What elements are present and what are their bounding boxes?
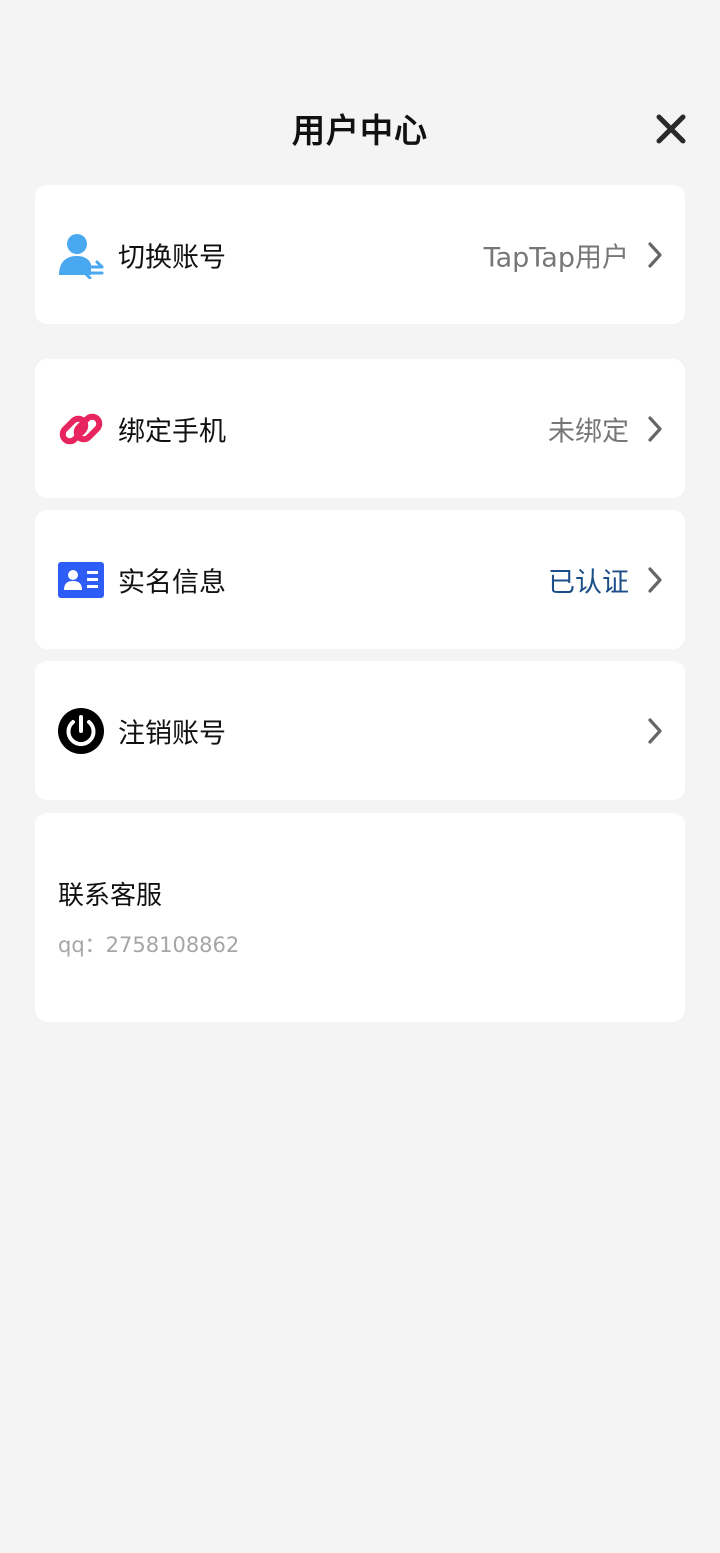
chevron-right-icon	[648, 241, 662, 268]
close-button[interactable]	[648, 106, 694, 152]
switch-account-row[interactable]: 切换账号 TapTap用户	[35, 185, 685, 324]
id-card-icon	[57, 556, 105, 604]
close-icon	[656, 114, 686, 144]
switch-account-label: 切换账号	[118, 242, 226, 273]
bind-status-value: 未绑定	[548, 416, 629, 447]
bind-phone-row[interactable]: 绑定手机 未绑定	[35, 359, 685, 498]
bind-phone-label: 绑定手机	[118, 416, 226, 447]
page-title: 用户中心	[292, 111, 428, 150]
link-icon	[57, 405, 105, 453]
delete-account-label: 注销账号	[118, 718, 226, 749]
delete-account-row[interactable]: 注销账号	[35, 661, 685, 800]
chevron-right-icon	[648, 566, 662, 593]
contact-card: 联系客服 qq：2758108862	[35, 813, 685, 1022]
chevron-right-icon	[648, 415, 662, 442]
chevron-right-icon	[648, 717, 662, 744]
verification-status-value: 已认证	[548, 567, 629, 598]
real-name-label: 实名信息	[118, 567, 226, 598]
contact-qq: qq：2758108862	[58, 933, 240, 957]
real-name-row[interactable]: 实名信息 已认证	[35, 510, 685, 649]
header: 用户中心	[0, 96, 720, 160]
account-name-value: TapTap用户	[483, 242, 629, 273]
power-icon	[57, 707, 105, 755]
contact-title: 联系客服	[58, 881, 163, 911]
user-switch-icon	[57, 231, 105, 279]
